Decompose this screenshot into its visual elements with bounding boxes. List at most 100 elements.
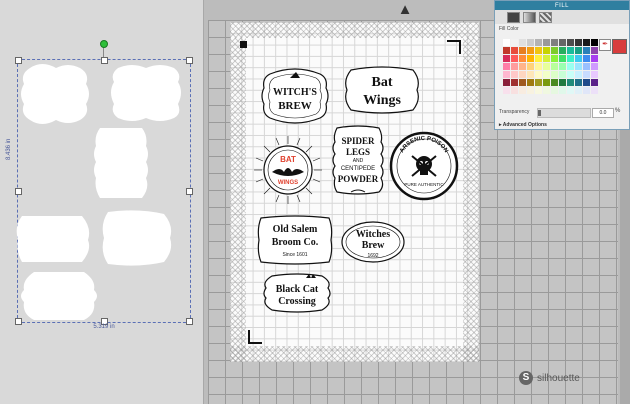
color-swatch[interactable] xyxy=(503,47,510,54)
color-swatch[interactable] xyxy=(559,87,566,94)
label-witchs-brew[interactable]: WITCH'S BREW xyxy=(260,66,330,124)
color-swatch[interactable] xyxy=(583,39,590,46)
color-swatch[interactable] xyxy=(535,87,542,94)
color-swatch[interactable] xyxy=(535,71,542,78)
tab-gradient-fill-icon[interactable] xyxy=(523,11,536,23)
color-swatch[interactable] xyxy=(543,63,550,70)
color-swatch[interactable] xyxy=(583,71,590,78)
current-fill-color[interactable] xyxy=(612,39,627,54)
color-swatch[interactable] xyxy=(511,71,518,78)
label-spider-legs[interactable]: SPIDER LEGS AND CENTIPEDE POWDER xyxy=(331,124,385,206)
color-swatch[interactable] xyxy=(503,79,510,86)
color-swatch[interactable] xyxy=(591,63,598,70)
color-swatch[interactable] xyxy=(575,39,582,46)
color-swatch[interactable] xyxy=(559,55,566,62)
color-swatch[interactable] xyxy=(575,79,582,86)
color-swatch[interactable] xyxy=(583,55,590,62)
tab-solid-fill-icon[interactable] xyxy=(507,11,520,23)
color-swatch[interactable] xyxy=(511,87,518,94)
eyedropper-icon[interactable]: ✒ xyxy=(599,39,611,51)
color-swatch[interactable] xyxy=(535,79,542,86)
color-swatch[interactable] xyxy=(527,55,534,62)
color-swatch[interactable] xyxy=(503,71,510,78)
color-swatch[interactable] xyxy=(575,63,582,70)
color-swatch[interactable] xyxy=(535,39,542,46)
color-swatch[interactable] xyxy=(519,79,526,86)
color-swatch[interactable] xyxy=(511,39,518,46)
color-swatch[interactable] xyxy=(567,71,574,78)
color-swatch[interactable] xyxy=(535,55,542,62)
color-swatch[interactable] xyxy=(591,87,598,94)
color-swatch[interactable] xyxy=(519,55,526,62)
color-swatch[interactable] xyxy=(551,71,558,78)
color-swatch[interactable] xyxy=(511,55,518,62)
color-swatch[interactable] xyxy=(527,71,534,78)
color-swatch[interactable] xyxy=(511,47,518,54)
fill-panel-header[interactable]: FILL xyxy=(495,1,629,10)
color-swatch[interactable] xyxy=(559,63,566,70)
label-bat-wings-round[interactable]: BAT WINGS xyxy=(252,134,324,206)
color-swatch[interactable] xyxy=(567,39,574,46)
color-swatch[interactable] xyxy=(551,79,558,86)
color-swatch[interactable] xyxy=(519,47,526,54)
advanced-options-toggle[interactable]: ▸ Advanced Options xyxy=(499,122,547,128)
color-swatch[interactable] xyxy=(567,55,574,62)
color-swatch[interactable] xyxy=(591,55,598,62)
color-swatch[interactable] xyxy=(591,79,598,86)
color-swatch[interactable] xyxy=(591,39,598,46)
label-black-cat-crossing[interactable]: Black Cat Crossing xyxy=(262,272,332,314)
color-swatch[interactable] xyxy=(559,71,566,78)
color-swatch[interactable] xyxy=(543,87,550,94)
transparency-slider-knob[interactable] xyxy=(538,110,541,116)
color-swatch[interactable] xyxy=(567,47,574,54)
label-bat-wings[interactable]: Bat Wings xyxy=(343,64,421,114)
label-arsenic-poison[interactable]: ARSENIC POISON PURE AUTHENTIC xyxy=(388,130,460,202)
color-swatch[interactable] xyxy=(583,63,590,70)
color-swatch[interactable] xyxy=(543,71,550,78)
color-swatch[interactable] xyxy=(527,79,534,86)
color-swatch[interactable] xyxy=(519,39,526,46)
color-swatch[interactable] xyxy=(551,55,558,62)
arrow-up-icon[interactable]: ▲ xyxy=(395,2,415,18)
color-swatch[interactable] xyxy=(575,55,582,62)
color-swatch[interactable] xyxy=(527,47,534,54)
color-swatch[interactable] xyxy=(591,47,598,54)
color-swatch[interactable] xyxy=(551,63,558,70)
color-swatch[interactable] xyxy=(511,79,518,86)
color-swatch[interactable] xyxy=(543,47,550,54)
color-swatch[interactable] xyxy=(511,63,518,70)
color-swatch[interactable] xyxy=(503,63,510,70)
color-swatch[interactable] xyxy=(503,39,510,46)
color-swatch[interactable] xyxy=(535,63,542,70)
color-swatch[interactable] xyxy=(567,87,574,94)
color-swatch[interactable] xyxy=(559,47,566,54)
vertical-scrollbar[interactable] xyxy=(620,120,630,404)
design-page[interactable]: WITCH'S BREW Bat Wings BAT WINGS SPIDER … xyxy=(230,22,479,362)
color-swatch[interactable] xyxy=(503,55,510,62)
color-swatch[interactable] xyxy=(567,79,574,86)
color-swatch[interactable] xyxy=(543,79,550,86)
color-swatch[interactable] xyxy=(543,55,550,62)
color-swatch[interactable] xyxy=(575,71,582,78)
color-swatch[interactable] xyxy=(575,47,582,54)
color-swatch[interactable] xyxy=(559,79,566,86)
color-swatch[interactable] xyxy=(591,71,598,78)
color-swatch[interactable] xyxy=(527,39,534,46)
color-swatch[interactable] xyxy=(583,47,590,54)
transparency-value[interactable]: 0.0 xyxy=(592,108,614,118)
color-swatch[interactable] xyxy=(583,87,590,94)
color-swatch[interactable] xyxy=(583,79,590,86)
fill-panel[interactable]: FILL Fill Color ✒ Transparency 0.0 % ▸ A… xyxy=(494,0,630,130)
color-swatch[interactable] xyxy=(527,63,534,70)
color-swatch[interactable] xyxy=(519,71,526,78)
color-swatch[interactable] xyxy=(551,47,558,54)
color-swatch[interactable] xyxy=(551,87,558,94)
color-swatch[interactable] xyxy=(551,39,558,46)
color-swatch[interactable] xyxy=(503,87,510,94)
color-swatch[interactable] xyxy=(519,87,526,94)
transparency-slider[interactable] xyxy=(537,108,591,118)
label-witches-brew-1692[interactable]: Witches Brew 1692 xyxy=(340,220,406,264)
color-swatch[interactable] xyxy=(575,87,582,94)
color-swatch[interactable] xyxy=(559,39,566,46)
shapes-workspace[interactable]: 5.319 in 8.436 in xyxy=(0,0,204,404)
